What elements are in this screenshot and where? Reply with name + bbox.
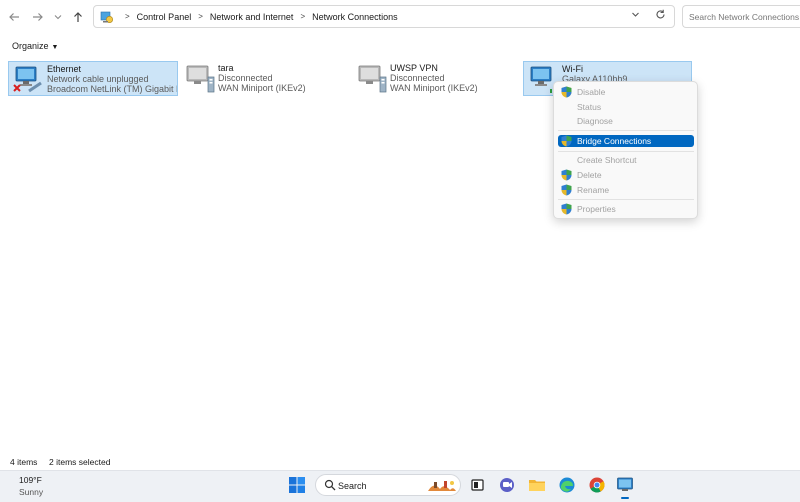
menu-separator	[558, 151, 694, 152]
up-button[interactable]	[70, 9, 86, 25]
uac-shield-icon	[561, 184, 572, 196]
menu-item-delete[interactable]: Delete	[558, 169, 694, 181]
taskbar-search-label: Search	[338, 481, 367, 491]
menu-item-bridge-connections[interactable]: Bridge Connections	[558, 135, 694, 147]
vpn-connection-icon	[186, 65, 215, 93]
uac-shield-icon	[561, 86, 572, 98]
start-icon[interactable]	[288, 476, 306, 494]
arrow-left-icon	[9, 13, 19, 21]
search-icon	[324, 479, 336, 491]
connection-device: Broadcom NetLink (TM) Gigabit E...	[47, 84, 177, 94]
uac-shield-icon	[561, 169, 572, 181]
connection-device: WAN Miniport (IKEv2)	[390, 83, 478, 93]
arrow-up-icon	[74, 12, 82, 22]
weather-temperature[interactable]: 109°F	[19, 475, 42, 485]
connection-status: Disconnected	[390, 73, 445, 83]
menu-item-label: Properties	[577, 204, 616, 214]
menu-separator	[558, 199, 694, 200]
connection-device: WAN Miniport (IKEv2)	[218, 83, 306, 93]
menu-item-create-shortcut[interactable]: Create Shortcut	[558, 154, 694, 166]
ethernet-adapter-icon	[13, 66, 42, 93]
menu-separator	[558, 130, 694, 131]
menu-item-label: Rename	[577, 185, 610, 195]
connection-name: tara	[218, 63, 234, 73]
breadcrumb-separator-icon: >	[198, 12, 203, 21]
widgets-icon[interactable]	[469, 476, 487, 494]
menu-item-disable[interactable]: Disable	[558, 86, 694, 98]
active-app-indicator	[621, 497, 629, 499]
menu-item-properties[interactable]: Properties	[558, 203, 694, 215]
menu-item-rename[interactable]: Rename	[558, 184, 694, 196]
chat-icon[interactable]	[498, 476, 516, 494]
connection-status: Network cable unplugged	[47, 74, 149, 84]
connection-name: Ethernet	[47, 64, 82, 74]
control-panel-icon[interactable]	[616, 476, 634, 494]
breadcrumb: > Control Panel > Network and Internet >…	[118, 6, 398, 27]
refresh-icon	[656, 9, 665, 19]
selection-count: 2 items selected	[49, 457, 111, 467]
vpn-connection-icon	[358, 65, 387, 93]
arrow-right-icon	[33, 13, 43, 21]
edge-icon[interactable]	[558, 476, 576, 494]
connection-uwsp-vpn[interactable]: UWSP VPN Disconnected WAN Miniport (IKEv…	[352, 61, 522, 96]
recent-locations-button[interactable]	[50, 9, 66, 25]
forward-button[interactable]	[30, 9, 46, 25]
caret-down-icon: ▼	[51, 44, 59, 51]
back-button[interactable]	[6, 9, 22, 25]
search-box[interactable]: Search Network Connections	[682, 5, 800, 28]
connection-name: UWSP VPN	[390, 63, 438, 73]
menu-item-label: Diagnose	[577, 116, 613, 126]
menu-item-diagnose[interactable]: Diagnose	[558, 115, 694, 127]
address-bar[interactable]: > Control Panel > Network and Internet >…	[93, 5, 675, 28]
chevron-down-icon	[54, 15, 62, 20]
control-panel-icon	[100, 11, 114, 24]
context-menu: Disable Status Diagnose Bridge Connectio…	[553, 81, 698, 219]
search-placeholder: Search Network Connections	[689, 12, 800, 22]
breadcrumb-network-connections[interactable]: Network Connections	[312, 12, 398, 22]
organize-label: Organize	[12, 41, 49, 51]
menu-item-label: Disable	[577, 87, 606, 97]
breadcrumb-separator-icon: >	[125, 12, 130, 21]
refresh-button[interactable]	[655, 9, 666, 23]
menu-item-label: Status	[577, 102, 602, 112]
uac-shield-icon	[561, 135, 572, 147]
file-explorer-icon[interactable]	[528, 476, 546, 494]
chevron-down-icon	[632, 12, 639, 17]
menu-item-status[interactable]: Status	[558, 101, 694, 113]
taskbar-search[interactable]: Search	[315, 474, 461, 496]
connection-ethernet[interactable]: Ethernet Network cable unplugged Broadco…	[8, 61, 178, 96]
menu-item-label: Create Shortcut	[577, 155, 637, 165]
breadcrumb-separator-icon: >	[300, 12, 306, 21]
organize-menu-button[interactable]: Organize ▼	[12, 41, 58, 51]
connection-name: Wi-Fi	[562, 64, 583, 74]
breadcrumb-control-panel[interactable]: Control Panel	[137, 12, 192, 22]
item-count: 4 items	[10, 457, 38, 467]
chrome-icon[interactable]	[588, 476, 606, 494]
connection-status: Disconnected	[218, 73, 273, 83]
breadcrumb-network-and-internet[interactable]: Network and Internet	[210, 12, 294, 22]
uac-shield-icon	[561, 203, 572, 215]
search-highlight-icon	[428, 481, 456, 491]
menu-item-label: Bridge Connections	[577, 136, 652, 146]
menu-item-label: Delete	[577, 170, 602, 180]
weather-condition[interactable]: Sunny	[19, 487, 43, 497]
address-history-dropdown[interactable]	[631, 10, 640, 21]
connection-tara[interactable]: tara Disconnected WAN Miniport (IKEv2)	[180, 61, 350, 96]
